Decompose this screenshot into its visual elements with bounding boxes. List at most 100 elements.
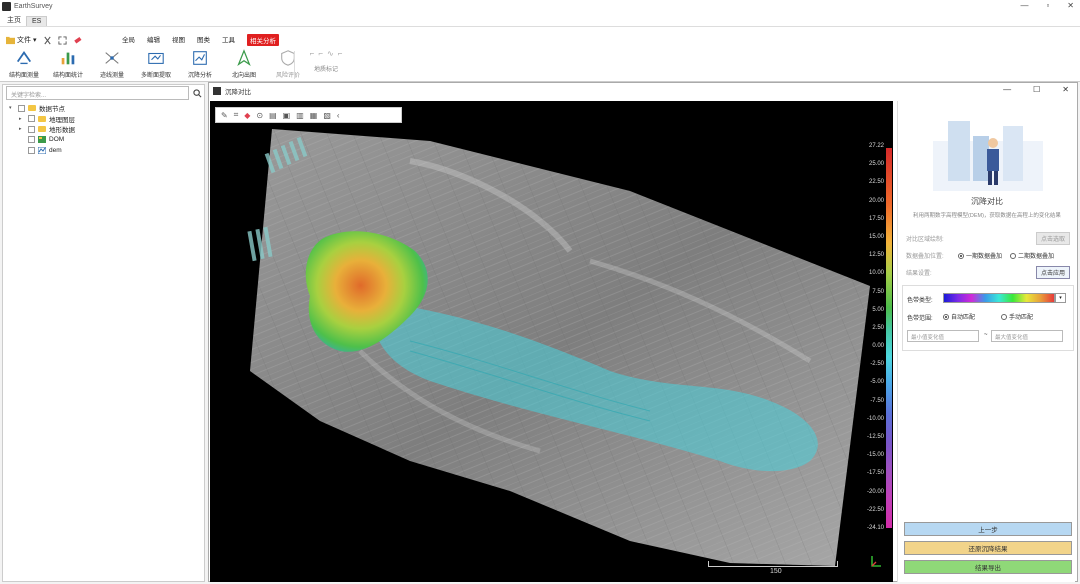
maximize-button[interactable]: ▫ xyxy=(1046,1,1049,10)
view-top-icon[interactable]: ▥ xyxy=(296,111,304,120)
menu-tools[interactable]: 工具 xyxy=(222,34,235,46)
compare-region-button[interactable]: 点击选取 xyxy=(1035,232,1070,245)
view-iso-icon[interactable]: ▧ xyxy=(323,111,331,120)
apply-button[interactable]: 点击应用 xyxy=(1035,266,1070,279)
overlay-row: 数据叠加位置: 一期数据叠加 二期数据叠加 xyxy=(906,251,1072,260)
layer-checkbox[interactable] xyxy=(28,115,35,123)
range-separator: ~ xyxy=(984,332,988,338)
tree-node-label: DOM xyxy=(49,136,65,144)
expand-arrow-icon[interactable]: ▾ xyxy=(9,105,15,111)
tree-node-geo-layers[interactable]: ▸ 地理图层 xyxy=(9,114,75,125)
view-front-icon[interactable]: ▤ xyxy=(269,111,277,120)
colormode-manual[interactable]: 手动匹配 xyxy=(1001,312,1033,321)
pencil-icon[interactable]: ✎ xyxy=(221,111,228,120)
tree-node-dem[interactable]: dem xyxy=(9,145,75,156)
tab-es[interactable]: ES xyxy=(26,16,48,26)
layer-checkbox[interactable] xyxy=(28,136,35,144)
trace-measure-button[interactable]: 迹线测量 xyxy=(92,49,132,79)
tree-node-terrain[interactable]: ▸ 地形数据 xyxy=(9,124,75,135)
compare-region-row: 对比区域绘制: 点击选取 xyxy=(906,232,1072,245)
menu-edit[interactable]: 编辑 xyxy=(147,34,160,46)
colorbar-tick-label: 12.50 xyxy=(868,252,884,259)
crop-icon[interactable]: ⌗ xyxy=(234,110,239,120)
colorbar xyxy=(886,148,892,528)
layer-checkbox[interactable] xyxy=(28,146,35,154)
eraser-icon[interactable]: ◆ xyxy=(244,111,250,120)
layer-checkbox[interactable] xyxy=(18,104,25,112)
max-value-input[interactable]: 最大值变化值 xyxy=(991,330,1063,342)
prev-step-button[interactable]: 上一步 xyxy=(904,522,1072,536)
geo-mark-tools: ⌐ ⌐ ∿ ⌐ xyxy=(310,49,343,58)
ribbon: 文件 ▾ 全局 编辑 视图 图类 工具 相关分析 结构面测量 结构面统计 迹线测… xyxy=(0,27,1080,82)
overlay-option-1[interactable]: 一期数据叠加 xyxy=(958,251,1002,260)
tree-node-label: 地理图层 xyxy=(49,116,75,124)
cut-icon[interactable] xyxy=(43,36,52,45)
mark-line-icon[interactable]: ⌐ xyxy=(318,49,323,58)
color-settings: 色带类型: ▾ 色带范围: 自动匹配 手动匹配 最小值变化值 ~ 最大值变化值 xyxy=(902,285,1074,351)
colormap-selector[interactable] xyxy=(943,293,1055,303)
colorbar-tick-label: 25.00 xyxy=(868,161,884,168)
mark-point-icon[interactable]: ⌐ xyxy=(310,49,315,58)
menu-layer[interactable]: 图类 xyxy=(197,34,210,46)
mark-area-icon[interactable]: ⌐ xyxy=(338,49,343,58)
doc-maximize-button[interactable]: ☐ xyxy=(1033,85,1040,94)
menu-view[interactable]: 视图 xyxy=(172,34,185,46)
tree-node-dom[interactable]: DOM xyxy=(9,135,75,146)
compare-region-label: 对比区域绘制: xyxy=(906,237,944,243)
result-row: 结果设置: 点击应用 xyxy=(906,266,1072,279)
search-button[interactable] xyxy=(191,86,204,100)
scale-label: 150 xyxy=(770,568,782,575)
colorbar-tick-label: -10.00 xyxy=(866,415,884,422)
tree-node-label: 地形数据 xyxy=(49,127,75,135)
layer-checkbox[interactable] xyxy=(28,125,35,133)
layer-search-input[interactable]: 关键字检索... xyxy=(6,86,189,100)
axis-gizmo-icon xyxy=(871,556,881,567)
minimize-button[interactable]: — xyxy=(1020,1,1028,10)
close-button[interactable]: ✕ xyxy=(1067,1,1074,10)
view-side-icon[interactable]: ▣ xyxy=(283,111,291,120)
file-menu[interactable]: 文件 ▾ xyxy=(6,35,37,45)
colorbar-tick-label: 5.00 xyxy=(872,306,884,313)
fullscreen-icon[interactable] xyxy=(57,35,67,45)
tab-home[interactable]: 主页 xyxy=(2,14,26,26)
menu-global[interactable]: 全局 xyxy=(122,34,135,46)
zoom-icon[interactable]: ⊙ xyxy=(256,111,263,120)
view-back-icon[interactable]: ▦ xyxy=(310,111,318,120)
document-title: 沉降对比 xyxy=(225,89,251,96)
trace-measure-label: 迹线测量 xyxy=(99,73,124,79)
export-result-button[interactable]: 结果导出 xyxy=(904,560,1072,574)
panel-title: 沉降对比 xyxy=(971,197,1003,206)
map-viewport[interactable]: ✎ ⌗ ◆ ⊙ ▤ ▣ ▥ ▦ ▧ ‹ 27.22 25.00 22.50 20.00… xyxy=(210,101,893,582)
colorbar-tick-label: -22.50 xyxy=(866,506,884,513)
colormode-auto[interactable]: 自动匹配 xyxy=(943,312,975,321)
colorbar-tick-label: 10.00 xyxy=(868,270,884,277)
overlay-option-2[interactable]: 二期数据叠加 xyxy=(1010,251,1054,260)
colorbar-tick-label: -20.00 xyxy=(866,488,884,495)
expand-arrow-icon[interactable]: ▸ xyxy=(19,126,25,132)
north-export-button[interactable]: 北向出图 xyxy=(224,49,264,79)
doc-close-button[interactable]: ✕ xyxy=(1062,85,1069,94)
min-value-input[interactable]: 最小值变化值 xyxy=(907,330,979,342)
reset-result-button[interactable]: 还原沉降结果 xyxy=(904,541,1072,555)
multi-section-button[interactable]: 多断面提取 xyxy=(136,49,176,79)
overlay-option-label: 一期数据叠加 xyxy=(966,254,1003,260)
mark-curve-icon[interactable]: ∿ xyxy=(327,49,334,58)
eraser-icon[interactable] xyxy=(73,36,82,45)
structure-stats-button[interactable]: 结构面统计 xyxy=(48,49,88,79)
settlement-compare-window: 沉降对比 — ☐ ✕ ✎ ⌗ ◆ ⊙ ▤ ▣ ▥ ▦ ▧ ‹ 27.22 25.… xyxy=(208,82,1078,582)
settlement-button[interactable]: 沉降分析 xyxy=(180,49,220,79)
expand-arrow-icon[interactable]: ▸ xyxy=(19,116,25,122)
collapse-icon[interactable]: ‹ xyxy=(337,111,340,120)
chevron-down-icon[interactable]: ▾ xyxy=(1055,293,1066,303)
radio-icon xyxy=(1001,314,1008,321)
menu-analysis[interactable]: 相关分析 xyxy=(247,34,279,46)
doc-minimize-button[interactable]: — xyxy=(1003,85,1011,94)
ribbon-menus: 全局 编辑 视图 图类 工具 相关分析 xyxy=(122,34,279,46)
quick-access-bar: 文件 ▾ xyxy=(6,35,82,45)
settlement-illustration xyxy=(933,121,1043,191)
tree-node-data-root[interactable]: ▾ 数据节点 xyxy=(9,103,75,114)
ribbon-separator xyxy=(294,51,295,79)
colorbar-tick-label: 20.00 xyxy=(868,197,884,204)
structure-measure-button[interactable]: 结构面测量 xyxy=(4,49,44,79)
file-menu-label: 文件 xyxy=(17,37,31,44)
